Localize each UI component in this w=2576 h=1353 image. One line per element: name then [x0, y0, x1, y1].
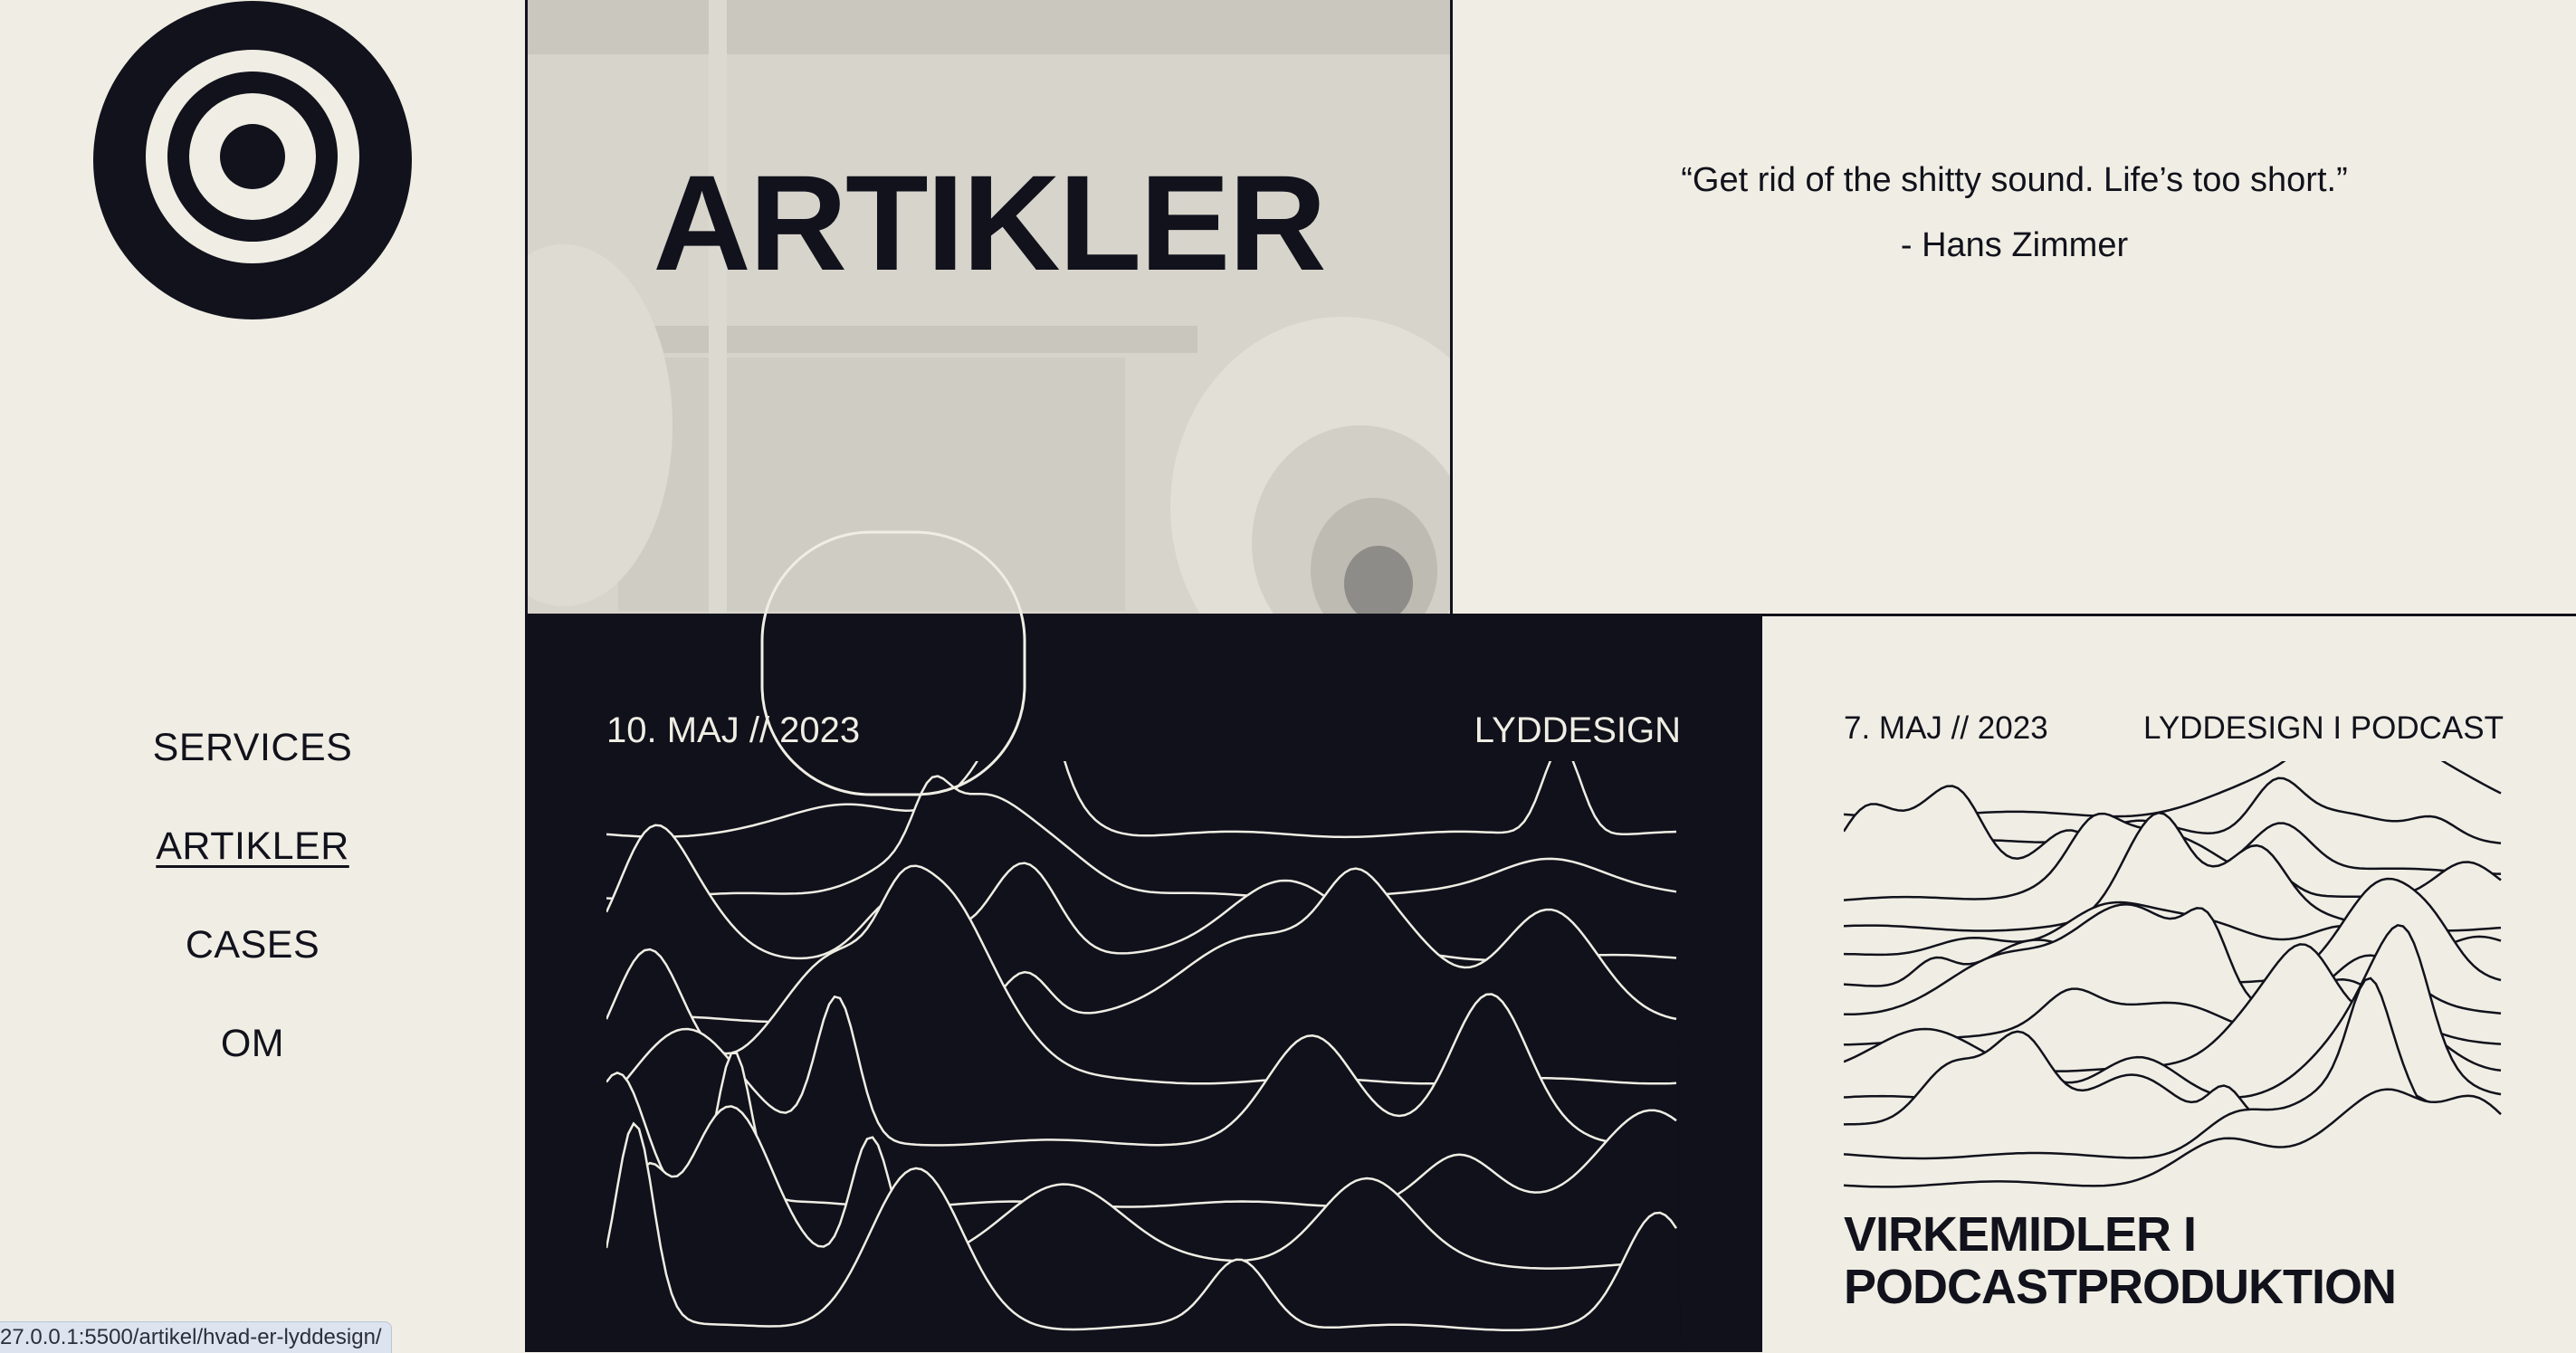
- hero-banner: ARTIKLER: [525, 0, 1453, 614]
- article-category: LYDDESIGN I PODCAST: [2142, 710, 2504, 746]
- quote-block: “Get rid of the shitty sound. Life’s too…: [1453, 0, 2576, 614]
- hero-background-image: [528, 0, 1450, 614]
- nav-item-cases[interactable]: CASES: [0, 896, 505, 995]
- nav-item-om[interactable]: OM: [0, 995, 505, 1093]
- page-title: ARTIKLER: [653, 147, 1326, 299]
- article-title[interactable]: VIRKEMIDLER I PODCASTPRODUKTION: [1844, 1208, 2532, 1313]
- quote-text: “Get rid of the shitty sound. Life’s too…: [1681, 161, 2348, 199]
- cursor-ring-icon: [760, 530, 1026, 796]
- article-card[interactable]: 7. MAJ // 2023 LYDDESIGN I PODCAST VIRKE…: [1762, 616, 2576, 1352]
- status-bar-url: 27.0.0.1:5500/artikel/hvad-er-lyddesign/: [0, 1321, 392, 1353]
- article-date: 7. MAJ // 2023: [1844, 710, 2048, 746]
- waveform-illustration: [606, 761, 1681, 1352]
- nav-item-artikler[interactable]: ARTIKLER: [0, 797, 505, 896]
- nav-item-services[interactable]: SERVICES: [0, 699, 505, 797]
- waveform-illustration: [1844, 761, 2504, 1196]
- main-nav: SERVICES ARTIKLER CASES OM: [0, 699, 505, 1093]
- logo-icon[interactable]: [92, 0, 413, 320]
- article-card[interactable]: 10. MAJ // 2023 LYDDESIGN: [525, 616, 1762, 1352]
- article-category: LYDDESIGN: [1474, 710, 1681, 750]
- quote-author: - Hans Zimmer: [1900, 226, 2129, 264]
